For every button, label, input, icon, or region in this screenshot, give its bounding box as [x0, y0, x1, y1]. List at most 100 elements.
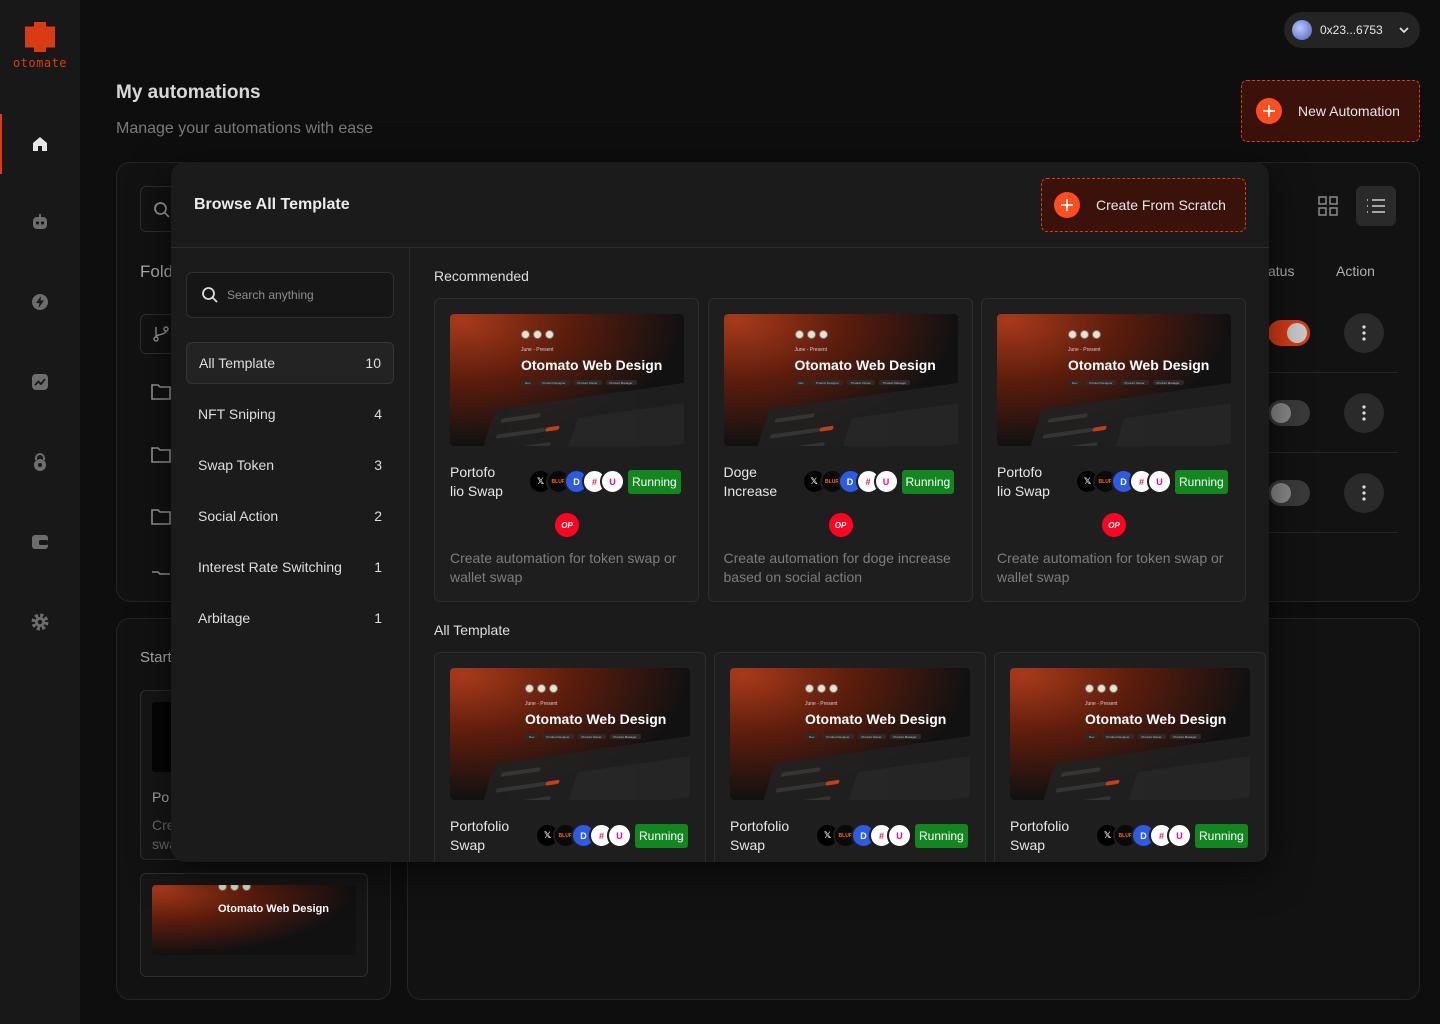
status-badge: Running	[901, 470, 955, 494]
folder-icon[interactable]	[151, 506, 171, 526]
template-thumbnail: June - Present Otomato Web Design Dev Pro…	[450, 668, 690, 800]
category-label: All Template	[199, 355, 276, 371]
uniswap-icon: U	[607, 823, 632, 848]
more-vertical-icon	[1362, 485, 1366, 501]
nav-wallet[interactable]	[0, 512, 80, 572]
folder-icon[interactable]	[151, 444, 171, 464]
thumbnail-date: June - Present	[525, 701, 558, 707]
template-card[interactable]: June - Present Otomato Web Design Dev Pro…	[434, 298, 699, 602]
action-column-header: Action	[1336, 263, 1375, 279]
category-item[interactable]: Swap Token 3	[186, 444, 394, 486]
thumbnail-tag: Product Designer	[1085, 380, 1117, 385]
thumbnail-tag: Product Owner	[577, 734, 606, 739]
automation-toggle[interactable]	[1268, 400, 1310, 426]
template-name: Doge Increase	[723, 464, 778, 499]
template-card[interactable]: June - Present Otomato Web Design Dev Pro…	[994, 652, 1266, 862]
nav-bots[interactable]	[0, 192, 80, 252]
thumbnail-tag: Product Manager	[879, 380, 911, 385]
bot-icon	[33, 214, 47, 229]
logo[interactable]: otomate	[8, 22, 72, 70]
nav-security[interactable]	[0, 432, 80, 492]
template-thumbnail: June - Present Otomato Web Design Dev Pro…	[997, 314, 1231, 446]
thumbnail-tag: Product Manager	[609, 734, 641, 739]
page-subtitle: Manage your automations with ease	[116, 120, 374, 137]
optimism-icon: OP	[555, 513, 579, 537]
list-view-button[interactable]	[1356, 186, 1396, 226]
template-card[interactable]: June - Present Otomato Web Design Dev Pro…	[434, 652, 706, 862]
integration-icons: 𝕏 BLUR D # U	[1075, 469, 1172, 494]
template-search-input[interactable]: Search anything	[186, 272, 394, 318]
thumbnail-tags: Dev Product Designer Product Owner Product …	[1085, 734, 1201, 739]
row-menu-button[interactable]	[1344, 393, 1384, 433]
category-sidebar: Search anything All Template 10 NFT Snipin…	[171, 248, 410, 862]
thumbnail-avatars	[521, 330, 554, 339]
nav-home[interactable]	[0, 114, 80, 174]
thumbnail-tag: Dev	[794, 380, 808, 385]
thumbnail-tag: Product Designer	[542, 734, 574, 739]
category-count: 1	[374, 610, 382, 626]
thumbnail-tag: Dev	[1068, 380, 1082, 385]
home-icon	[33, 137, 47, 151]
row-menu-button[interactable]	[1344, 473, 1384, 513]
nav-triggers[interactable]	[0, 272, 80, 332]
thumbnail-tags: Dev Product Designer Product Owner Product …	[794, 380, 911, 385]
template-description: Create automation for token swap or wall…	[450, 550, 677, 585]
new-automation-button[interactable]: New Automation	[1241, 80, 1420, 142]
automation-toggle[interactable]	[1268, 320, 1310, 346]
thumbnail-avatars	[1068, 330, 1101, 339]
template-card[interactable]: June - Present Otomato Web Design Dev Pro…	[714, 652, 986, 862]
more-vertical-icon	[1362, 325, 1366, 341]
template-card[interactable]: June - Present Otomato Web Design Dev Pro…	[981, 298, 1246, 602]
search-icon	[154, 202, 170, 218]
folder-icon[interactable]	[151, 381, 171, 401]
thumbnail-tag: Product Manager	[889, 734, 921, 739]
create-from-scratch-button[interactable]: Create From Scratch	[1041, 178, 1246, 232]
thumbnail-tags: Dev Product Designer Product Owner Product …	[521, 380, 637, 385]
thumbnail-title: Otomato Web Design	[805, 711, 947, 727]
category-label: NFT Sniping	[198, 406, 276, 422]
optimism-icon: OP	[1102, 513, 1126, 537]
uniswap-icon: U	[1147, 469, 1172, 494]
thumbnail-date: June - Present	[805, 701, 838, 707]
row-menu-button[interactable]	[1344, 313, 1384, 353]
wallet-icon	[32, 535, 48, 549]
wallet-button[interactable]: 0x23...6753	[1284, 12, 1420, 48]
modal-header: Browse All Template Create From Scratch	[171, 162, 1269, 248]
new-automation-label: New Automation	[1298, 103, 1400, 119]
category-count: 10	[365, 355, 381, 371]
thumbnail-title: Otomato Web Design	[521, 357, 663, 373]
thumbnail-tag: Dev	[521, 380, 535, 385]
template-card[interactable]: June - Present Otomato Web Design Dev Pro…	[707, 298, 973, 602]
category-label: Social Action	[198, 508, 279, 524]
status-badge: Running	[1195, 824, 1248, 848]
category-label: Interest Rate Switching	[198, 559, 342, 575]
category-item[interactable]: NFT Sniping 4	[186, 393, 394, 435]
template-name: Portofo lio Swap	[997, 464, 1050, 499]
logo-mark-icon	[25, 22, 55, 52]
category-item[interactable]: Social Action 2	[186, 495, 394, 537]
browse-templates-modal: Browse All Template Create From Scratch …	[171, 162, 1269, 862]
automation-toggle[interactable]	[1268, 480, 1310, 506]
chart-icon	[32, 374, 48, 390]
search-icon	[202, 287, 218, 303]
settings-icon	[31, 613, 49, 631]
thumbnail-tag: Product Designer	[822, 734, 854, 739]
starter-card[interactable]: Otomato Web Design	[140, 873, 368, 977]
wallet-address: 0x23...6753	[1320, 23, 1383, 37]
category-item[interactable]: Interest Rate Switching 1	[186, 546, 394, 588]
nav-analytics[interactable]	[0, 352, 80, 412]
folder-icon[interactable]	[151, 568, 171, 578]
integration-icons: 𝕏 BLUR D # U	[815, 823, 912, 848]
thumbnail-tag: Dev	[805, 734, 819, 739]
category-item[interactable]: Arbitage 1	[186, 597, 394, 639]
thumbnail-tag: Product Designer	[538, 380, 570, 385]
template-name: Portofolio Swap	[730, 818, 790, 853]
template-thumbnail: Otomato Web Design	[152, 885, 356, 955]
integration-icons: 𝕏 BLUR D # U	[801, 469, 899, 494]
thumbnail-tags: Dev Product Designer Product Owner Product …	[525, 734, 641, 739]
category-item[interactable]: All Template 10	[186, 342, 394, 384]
thumbnail-tag: Product Owner	[857, 734, 886, 739]
thumbnail-date: June - Present	[1068, 347, 1101, 353]
nav-settings[interactable]	[0, 592, 80, 652]
grid-view-button[interactable]	[1310, 188, 1346, 224]
